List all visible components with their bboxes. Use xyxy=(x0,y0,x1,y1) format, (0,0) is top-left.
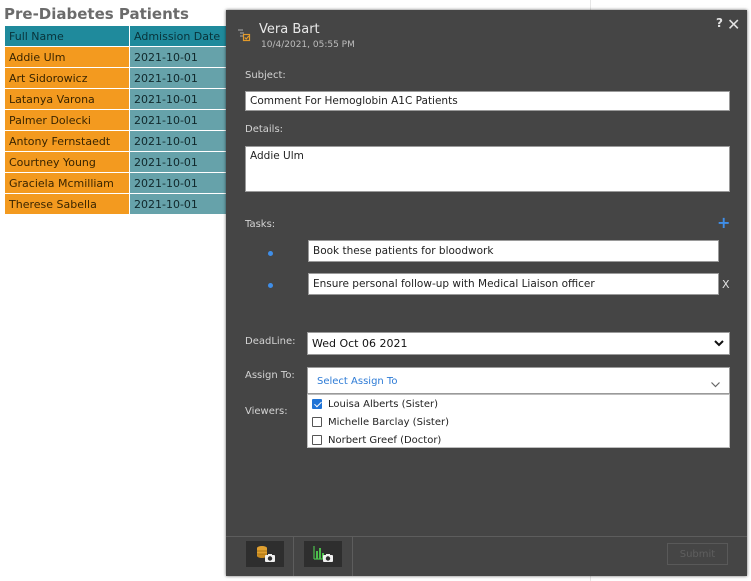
assign-option[interactable]: Louisa Alberts (Sister) xyxy=(312,396,438,412)
assign-option[interactable]: Michelle Barclay (Sister) xyxy=(312,414,449,430)
cell-admission-date: 2021-10-01 xyxy=(129,151,235,173)
footer-divider xyxy=(226,536,747,537)
cell-admission-date: 2021-10-01 xyxy=(129,67,235,89)
add-task-button[interactable]: + xyxy=(717,213,730,232)
cell-full-name: Addie Ulm xyxy=(4,46,130,68)
deadline-select[interactable]: Wed Oct 06 2021 xyxy=(307,332,730,355)
cell-full-name: Therese Sabella xyxy=(4,193,130,215)
deadline-label: DeadLine: xyxy=(245,336,296,347)
chart-snapshot-button[interactable] xyxy=(304,541,342,567)
assign-option-label: Norbert Greef (Doctor) xyxy=(328,434,442,446)
details-label: Details: xyxy=(245,124,284,135)
assign-to-select[interactable]: Select Assign To xyxy=(307,367,730,394)
assign-option[interactable]: Norbert Greef (Doctor) xyxy=(312,432,441,448)
comment-author: Vera Bart xyxy=(259,22,320,37)
task-list-icon xyxy=(237,27,251,46)
table-row[interactable]: Art Sidorowicz 2021-10-01 xyxy=(4,67,235,89)
table-row[interactable]: Antony Fernstaedt 2021-10-01 xyxy=(4,130,235,152)
assign-to-options: Louisa Alberts (Sister) Michelle Barclay… xyxy=(307,394,730,448)
assign-to-label: Assign To: xyxy=(245,370,295,381)
cell-admission-date: 2021-10-01 xyxy=(129,172,235,194)
footer-separator xyxy=(293,537,294,576)
chevron-down-icon xyxy=(713,337,725,352)
details-textarea[interactable]: Addie Ulm xyxy=(245,146,730,192)
remove-task-button[interactable]: X xyxy=(722,278,730,291)
cell-full-name: Latanya Varona xyxy=(4,88,130,110)
subject-label: Subject: xyxy=(245,70,286,81)
help-button[interactable]: ? xyxy=(716,16,723,30)
column-header-admission-date[interactable]: Admission Date xyxy=(129,25,235,47)
table-row[interactable]: Therese Sabella 2021-10-01 xyxy=(4,193,235,215)
cell-admission-date: 2021-10-01 xyxy=(129,193,235,215)
task-bullet-icon xyxy=(268,283,273,288)
chevron-down-icon xyxy=(710,375,721,394)
cell-admission-date: 2021-10-01 xyxy=(129,130,235,152)
checkbox[interactable] xyxy=(312,435,322,445)
cell-admission-date: 2021-10-01 xyxy=(129,46,235,68)
task-input-1[interactable] xyxy=(308,240,719,262)
cell-full-name: Antony Fernstaedt xyxy=(4,130,130,152)
cell-admission-date: 2021-10-01 xyxy=(129,88,235,110)
cell-full-name: Palmer Dolecki xyxy=(4,109,130,131)
table-row[interactable]: Courtney Young 2021-10-01 xyxy=(4,151,235,173)
checkbox[interactable] xyxy=(312,417,322,427)
tasks-label: Tasks: xyxy=(245,219,276,230)
table-header-row: Full Name Admission Date xyxy=(4,25,235,47)
deadline-value: Wed Oct 06 2021 xyxy=(312,337,408,350)
close-button[interactable]: ✕ xyxy=(727,17,740,33)
data-snapshot-button[interactable] xyxy=(246,541,284,567)
viewers-label: Viewers: xyxy=(245,406,288,417)
table-row[interactable]: Addie Ulm 2021-10-01 xyxy=(4,46,235,68)
column-header-full-name[interactable]: Full Name xyxy=(4,25,130,47)
assign-to-placeholder: Select Assign To xyxy=(317,376,398,387)
subject-input[interactable] xyxy=(245,91,730,111)
cell-full-name: Art Sidorowicz xyxy=(4,67,130,89)
patients-table: Full Name Admission Date Addie Ulm 2021-1… xyxy=(4,25,235,215)
cell-admission-date: 2021-10-01 xyxy=(129,109,235,131)
table-row[interactable]: Palmer Dolecki 2021-10-01 xyxy=(4,109,235,131)
checkbox-checked[interactable] xyxy=(312,399,322,409)
assign-option-label: Michelle Barclay (Sister) xyxy=(328,416,449,428)
table-row[interactable]: Latanya Varona 2021-10-01 xyxy=(4,88,235,110)
report-title: Pre-Diabetes Patients xyxy=(4,5,189,23)
assign-option-label: Louisa Alberts (Sister) xyxy=(328,398,439,410)
cell-full-name: Courtney Young xyxy=(4,151,130,173)
comment-dialog: Vera Bart 10/4/2021, 05:55 PM ? ✕ Subjec… xyxy=(226,10,747,576)
table-row[interactable]: Graciela Mcmilliam 2021-10-01 xyxy=(4,172,235,194)
task-input-2[interactable] xyxy=(308,273,719,295)
submit-button[interactable]: Submit xyxy=(667,543,728,565)
task-bullet-icon xyxy=(268,251,273,256)
cell-full-name: Graciela Mcmilliam xyxy=(4,172,130,194)
footer-separator xyxy=(352,537,353,576)
comment-timestamp: 10/4/2021, 05:55 PM xyxy=(261,40,355,50)
